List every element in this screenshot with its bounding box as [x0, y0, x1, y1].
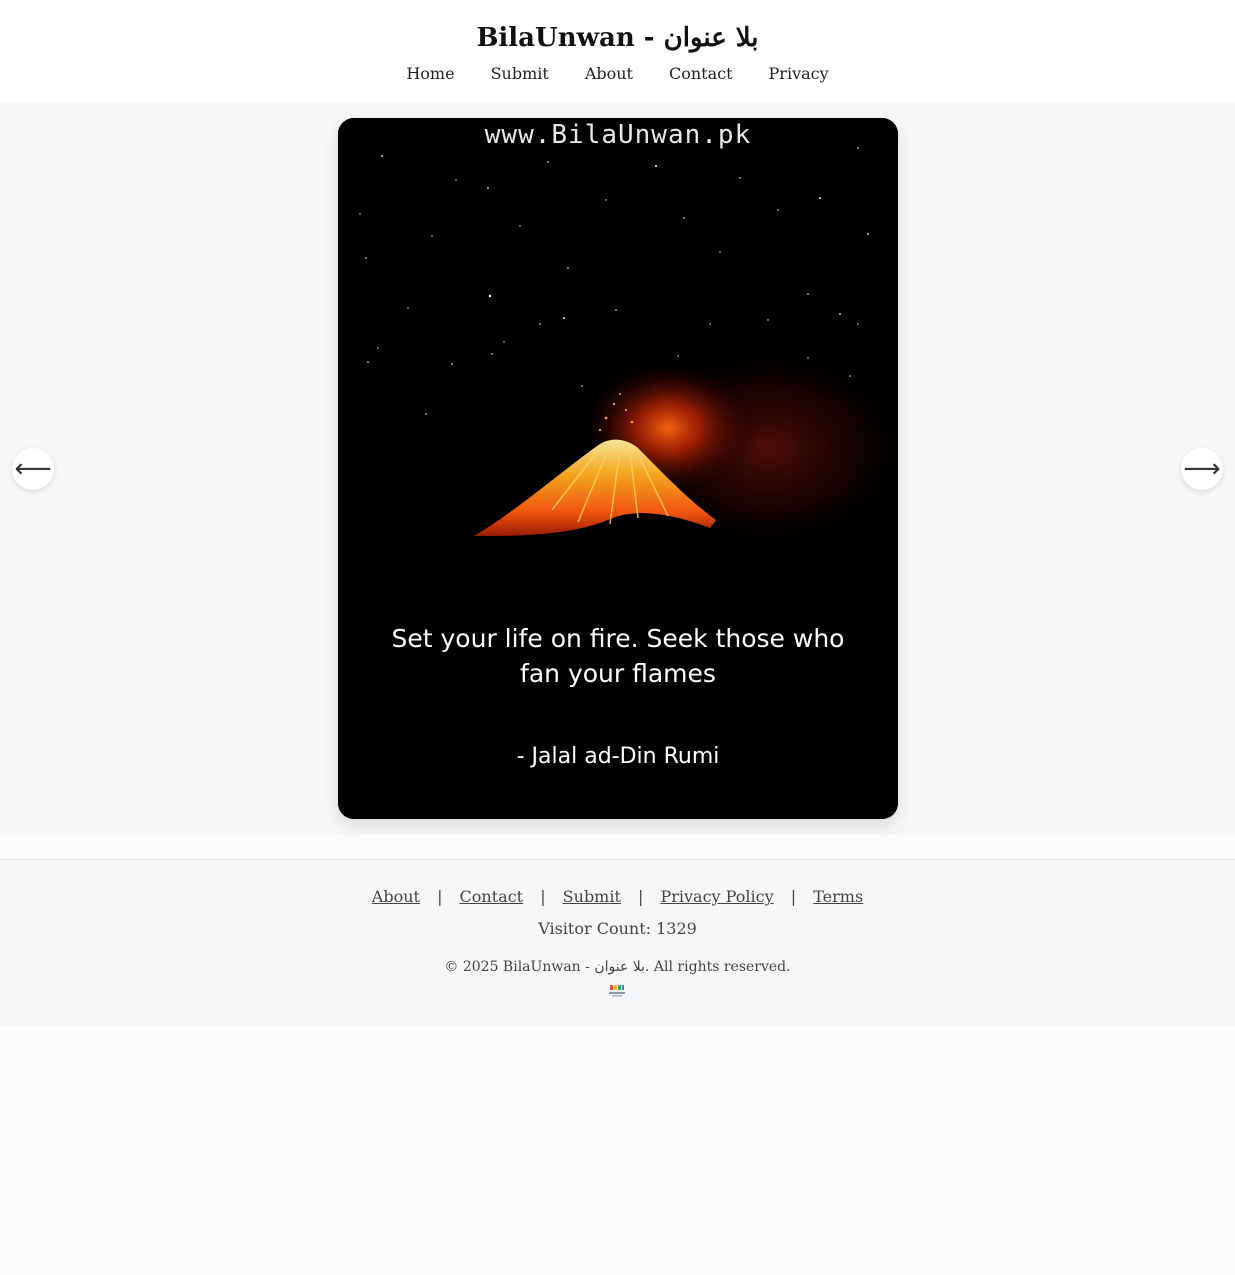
footer-link-contact[interactable]: Contact: [460, 887, 524, 906]
arrow-left-icon: ⟵: [14, 454, 52, 484]
nav-privacy[interactable]: Privacy: [769, 62, 829, 86]
site-footer: About | Contact | Submit | Privacy Polic…: [0, 859, 1235, 1026]
quote-slide: www.BilaUnwan.pk Set your life on fire. …: [338, 118, 898, 819]
carousel-prev-button[interactable]: ⟵: [12, 448, 54, 490]
footer-link-terms[interactable]: Terms: [813, 887, 863, 906]
footer-link-about[interactable]: About: [372, 887, 420, 906]
carousel-stage: ⟵ www.BilaUnwan.pk Set your life on fire…: [0, 102, 1235, 835]
main-nav: Home Submit About Contact Privacy: [0, 62, 1235, 86]
quote-author: - Jalal ad-Din Rumi: [516, 744, 720, 769]
site-watermark: www.BilaUnwan.pk: [484, 120, 752, 150]
footer-separator: |: [540, 887, 546, 906]
nav-contact[interactable]: Contact: [669, 62, 733, 86]
footer-link-privacy-policy[interactable]: Privacy Policy: [660, 887, 773, 906]
footer-links: About | Contact | Submit | Privacy Polic…: [0, 886, 1235, 908]
footer-separator: |: [437, 887, 443, 906]
footer-link-submit[interactable]: Submit: [563, 887, 621, 906]
footer-separator: |: [790, 887, 797, 906]
volcano-eruption-image: [338, 118, 898, 819]
quote-text: Set your life on fire. Seek those who fa…: [391, 624, 845, 688]
carousel-next-button[interactable]: ⟶: [1181, 448, 1223, 490]
visitor-count: Visitor Count: 1329: [538, 919, 697, 938]
site-header: BilaUnwan - بلا عنوان Home Submit About …: [0, 0, 1235, 102]
nav-home[interactable]: Home: [406, 62, 454, 86]
nav-submit[interactable]: Submit: [491, 62, 549, 86]
site-title: BilaUnwan - بلا عنوان: [476, 23, 759, 53]
copyright-text: © 2025 BilaUnwan - بلا عنوان. All rights…: [444, 959, 791, 975]
footer-separator: |: [638, 887, 644, 906]
nav-about[interactable]: About: [585, 62, 633, 86]
site-logo-icon: [609, 985, 625, 997]
arrow-right-icon: ⟶: [1183, 454, 1221, 484]
